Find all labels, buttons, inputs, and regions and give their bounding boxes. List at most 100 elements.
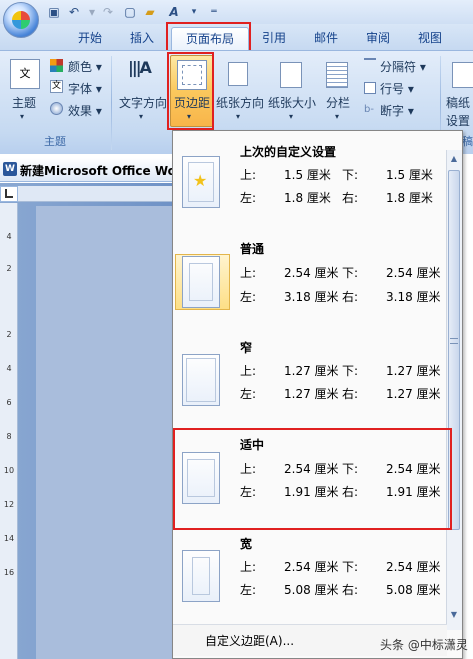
scroll-up-icon[interactable]: ▲ — [447, 152, 461, 166]
tab-insert[interactable]: 插入 — [122, 28, 162, 48]
label-left: 左: — [240, 387, 257, 401]
undo-icon[interactable]: ↶ — [66, 4, 82, 20]
manuscript-icon — [452, 62, 473, 88]
ruler-number: 6 — [6, 398, 12, 407]
value-bottom: 1.27 厘米 — [386, 364, 441, 378]
word-doc-icon: W — [3, 162, 17, 176]
office-button[interactable] — [3, 2, 39, 38]
value-left: 1.8 厘米 — [284, 191, 331, 205]
line-numbers-button[interactable]: 行号 ▾ — [380, 80, 414, 97]
manuscript-label-top[interactable]: 稿纸 — [446, 94, 473, 111]
label-top: 上: — [240, 560, 257, 574]
tab-mailings[interactable]: 邮件 — [306, 28, 346, 48]
fonts-icon-glyph: 文 — [51, 81, 61, 91]
option-name: 上次的自定义设置 — [240, 145, 337, 159]
group-label-manuscript: 稿 — [462, 135, 473, 148]
watermark-text: 头条 @中标潇灵 — [380, 638, 468, 652]
breaks-button[interactable]: 分隔符 ▾ — [380, 58, 426, 75]
size-button[interactable]: 纸张大小 — [266, 94, 318, 111]
tab-home[interactable]: 开始 — [70, 28, 110, 48]
colors-button[interactable]: 颜色 ▾ — [68, 58, 102, 75]
label-right: 右: — [342, 290, 359, 304]
label-top: 上: — [240, 168, 257, 182]
tab-review[interactable]: 审阅 — [358, 28, 398, 48]
value-right: 1.8 厘米 — [386, 191, 433, 205]
manuscript-label-bottom[interactable]: 设置 — [446, 112, 473, 129]
option-name: 宽 — [240, 537, 253, 551]
new-doc-icon[interactable]: ▢ — [122, 4, 138, 20]
effects-icon — [50, 102, 63, 115]
scroll-grip-icon — [450, 338, 458, 344]
fonts-button[interactable]: 字体 ▾ — [68, 80, 102, 97]
ruler-number: 2 — [6, 264, 12, 273]
label-right: 右: — [342, 191, 359, 205]
open-folder-icon[interactable]: ▰ — [142, 4, 158, 20]
ruler-number: 2 — [6, 330, 12, 339]
size-dropdown-icon[interactable]: ▾ — [289, 112, 293, 121]
ruler-number: 4 — [6, 364, 12, 373]
ruler-number: 8 — [6, 432, 12, 441]
columns-icon — [326, 62, 348, 88]
orientation-icon — [228, 62, 248, 86]
document-page[interactable] — [36, 206, 172, 659]
ruler-number: 4 — [6, 232, 12, 241]
customize-qat-icon[interactable]: ═ — [206, 4, 222, 20]
columns-button[interactable]: 分栏 — [320, 94, 356, 111]
annotation-outline-moderate — [173, 428, 452, 530]
value-bottom: 2.54 厘米 — [386, 266, 441, 280]
label-bottom: 下: — [342, 364, 359, 378]
save-icon[interactable]: ▣ — [46, 4, 62, 20]
normal-thumbnail — [182, 256, 220, 308]
text-direction-dropdown-icon[interactable]: ▾ — [139, 112, 143, 121]
value-bottom: 1.5 厘米 — [386, 168, 433, 182]
hyphenation-icon: b- — [364, 104, 374, 115]
theme-button-label[interactable]: 主题 — [4, 94, 44, 111]
orientation-button[interactable]: 纸张方向 — [214, 94, 266, 111]
theme-dropdown-icon[interactable]: ▾ — [20, 112, 24, 121]
office-logo-icon — [12, 11, 30, 29]
redo-icon[interactable]: ↷ — [100, 4, 116, 20]
label-top: 上: — [240, 266, 257, 280]
scroll-down-icon[interactable]: ▼ — [447, 608, 461, 622]
ribbon-separator — [111, 56, 112, 150]
tab-references[interactable]: 引用 — [254, 28, 294, 48]
text-direction-button[interactable]: 文字方向 — [116, 94, 170, 111]
last-custom-thumbnail: ★ — [182, 156, 220, 208]
document-title-bar: W 新建Microsoft Office Wo — [0, 158, 176, 182]
qat-more-icon[interactable]: ▾ — [186, 4, 202, 20]
line-numbers-icon — [364, 82, 376, 94]
document-title: 新建Microsoft Office Wo — [20, 164, 176, 178]
tab-stop-icon — [5, 189, 13, 198]
size-icon — [280, 62, 302, 88]
breaks-icon — [364, 58, 376, 70]
ruler-number: 10 — [3, 466, 15, 475]
tab-view[interactable]: 视图 — [410, 28, 450, 48]
ruler-toggle[interactable] — [0, 186, 18, 202]
hyphenation-button[interactable]: 断字 ▾ — [380, 102, 414, 119]
value-right: 5.08 厘米 — [386, 583, 441, 597]
horizontal-ruler[interactable] — [18, 186, 172, 202]
value-top: 1.5 厘米 — [284, 168, 331, 182]
fonts-icon: 文 — [50, 80, 63, 93]
label-bottom: 下: — [342, 266, 359, 280]
option-name: 窄 — [240, 341, 253, 355]
ruler-number: 14 — [3, 534, 15, 543]
effects-button[interactable]: 效果 ▾ — [68, 102, 102, 119]
text-direction-icon: |||A — [128, 58, 152, 77]
font-style-icon[interactable]: A — [166, 4, 182, 20]
undo-dropdown-icon[interactable]: ▾ — [84, 4, 100, 20]
label-bottom: 下: — [342, 168, 359, 182]
group-label-theme: 主题 — [44, 135, 66, 148]
label-bottom: 下: — [342, 560, 359, 574]
theme-icon-glyph: 文 — [19, 67, 31, 80]
value-left: 5.08 厘米 — [284, 583, 339, 597]
narrow-thumbnail — [182, 354, 220, 406]
value-left: 3.18 厘米 — [284, 290, 339, 304]
value-top: 1.27 厘米 — [284, 364, 339, 378]
theme-icon[interactable]: 文 — [10, 59, 40, 89]
columns-dropdown-icon[interactable]: ▾ — [335, 112, 339, 121]
label-right: 右: — [342, 387, 359, 401]
label-left: 左: — [240, 290, 257, 304]
value-bottom: 2.54 厘米 — [386, 560, 441, 574]
orientation-dropdown-icon[interactable]: ▾ — [236, 112, 240, 121]
